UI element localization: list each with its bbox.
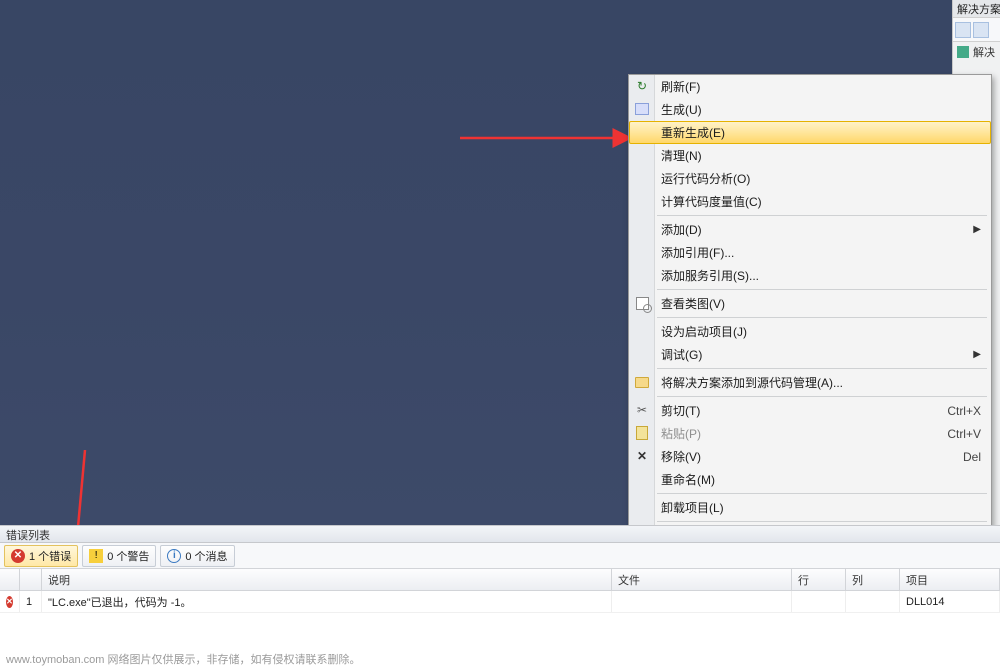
warnings-filter-button[interactable]: ! 0 个警告 [82, 545, 156, 567]
classview-icon [634, 295, 650, 311]
col-column[interactable]: 列 [846, 569, 900, 590]
error-list-panel: 错误列表 ✕ 1 个错误 ! 0 个警告 i 0 个消息 说明 文件 行 列 项… [0, 525, 1000, 671]
row-file-cell [612, 591, 792, 612]
folder-icon [634, 374, 650, 390]
menu-item-calc-code-metrics[interactable]: 计算代码度量值(C) [629, 190, 991, 213]
row-project-cell: DLL014 [900, 591, 1000, 612]
row-icon-cell: ✕ [0, 591, 20, 612]
error-icon: ✕ [11, 549, 25, 563]
menu-shortcut: Del [963, 450, 981, 464]
menu-item-set-as-startup[interactable]: 设为启动项目(J) [629, 320, 991, 343]
messages-filter-button[interactable]: i 0 个消息 [160, 545, 234, 567]
menu-item-add-service-reference[interactable]: 添加服务引用(S)... [629, 264, 991, 287]
build-icon [634, 101, 650, 117]
menu-item-label: 计算代码度量值(C) [661, 193, 762, 210]
menu-item-label: 添加(D) [661, 221, 702, 238]
col-description[interactable]: 说明 [42, 569, 612, 590]
project-context-menu: ↻ 刷新(F) 生成(U) 重新生成(E) 清理(N) 运行代码分析(O) 计算… [628, 74, 992, 576]
row-line-cell [792, 591, 846, 612]
menu-item-refresh[interactable]: ↻ 刷新(F) [629, 75, 991, 98]
menu-item-remove[interactable]: ✕ 移除(V) Del [629, 445, 991, 468]
info-icon: i [167, 549, 181, 563]
submenu-arrow-icon: ▶ [973, 224, 981, 235]
warning-icon: ! [89, 549, 103, 563]
row-description-cell: "LC.exe"已退出，代码为 -1。 [42, 591, 612, 612]
menu-item-add-reference[interactable]: 添加引用(F)... [629, 241, 991, 264]
error-list-header: 说明 文件 行 列 项目 [0, 569, 1000, 591]
col-project[interactable]: 项目 [900, 569, 1000, 590]
menu-item-label: 生成(U) [661, 101, 702, 118]
toolbar-icon[interactable] [955, 22, 971, 38]
solution-tree-label: 解决 [973, 44, 995, 60]
row-number-cell: 1 [20, 591, 42, 612]
menu-item-label: 添加引用(F)... [661, 244, 734, 261]
menu-item-unload-project[interactable]: 卸载项目(L) [629, 496, 991, 519]
menu-item-label: 设为启动项目(J) [661, 323, 747, 340]
menu-item-run-code-analysis[interactable]: 运行代码分析(O) [629, 167, 991, 190]
menu-item-cut[interactable]: ✂ 剪切(T) Ctrl+X [629, 399, 991, 422]
toolbar-icon[interactable] [973, 22, 989, 38]
remove-icon: ✕ [634, 448, 650, 464]
menu-item-label: 剪切(T) [661, 402, 700, 419]
messages-count-label: 0 个消息 [185, 548, 227, 564]
solution-explorer-toolbar [953, 18, 1000, 42]
menu-item-label: 将解决方案添加到源代码管理(A)... [661, 374, 843, 391]
menu-item-label: 查看类图(V) [661, 295, 725, 312]
menu-item-add[interactable]: 添加(D) ▶ [629, 218, 991, 241]
menu-item-clean[interactable]: 清理(N) [629, 144, 991, 167]
menu-item-view-class-diagram[interactable]: 查看类图(V) [629, 292, 991, 315]
error-list-title: 错误列表 [0, 525, 1000, 543]
menu-item-rebuild[interactable]: 重新生成(E) [629, 121, 991, 144]
solution-explorer-title: 解决方案 [953, 0, 1000, 18]
menu-item-label: 重命名(M) [661, 471, 715, 488]
cut-icon: ✂ [634, 402, 650, 418]
menu-item-label: 重新生成(E) [661, 124, 725, 141]
menu-item-label: 卸载项目(L) [661, 499, 724, 516]
error-list-toolbar: ✕ 1 个错误 ! 0 个警告 i 0 个消息 [0, 543, 1000, 569]
warnings-count-label: 0 个警告 [107, 548, 149, 564]
menu-item-label: 粘贴(P) [661, 425, 701, 442]
menu-item-label: 移除(V) [661, 448, 701, 465]
submenu-arrow-icon: ▶ [973, 349, 981, 360]
menu-shortcut: Ctrl+X [947, 404, 981, 418]
solution-icon [957, 46, 969, 58]
col-line[interactable]: 行 [792, 569, 846, 590]
solution-tree-row[interactable]: 解决 [953, 42, 1000, 62]
menu-item-build[interactable]: 生成(U) [629, 98, 991, 121]
col-icon[interactable] [0, 569, 20, 590]
menu-item-paste: 粘贴(P) Ctrl+V [629, 422, 991, 445]
col-number[interactable] [20, 569, 42, 590]
menu-item-label: 清理(N) [661, 147, 702, 164]
errors-filter-button[interactable]: ✕ 1 个错误 [4, 545, 78, 567]
menu-item-label: 运行代码分析(O) [661, 170, 750, 187]
menu-shortcut: Ctrl+V [947, 427, 981, 441]
menu-item-label: 调试(G) [661, 346, 702, 363]
error-icon: ✕ [6, 596, 13, 608]
menu-item-add-to-source-control[interactable]: 将解决方案添加到源代码管理(A)... [629, 371, 991, 394]
menu-item-rename[interactable]: 重命名(M) [629, 468, 991, 491]
col-file[interactable]: 文件 [612, 569, 792, 590]
error-list-row[interactable]: ✕ 1 "LC.exe"已退出，代码为 -1。 DLL014 [0, 591, 1000, 613]
refresh-icon: ↻ [634, 78, 650, 94]
menu-item-label: 刷新(F) [661, 78, 700, 95]
menu-item-debug[interactable]: 调试(G) ▶ [629, 343, 991, 366]
paste-icon [634, 425, 650, 441]
watermark-text: www.toymoban.com 网络图片仅供展示，非存储，如有侵权请联系删除。 [6, 651, 360, 667]
menu-item-label: 添加服务引用(S)... [661, 267, 759, 284]
row-column-cell [846, 591, 900, 612]
errors-count-label: 1 个错误 [29, 548, 71, 564]
